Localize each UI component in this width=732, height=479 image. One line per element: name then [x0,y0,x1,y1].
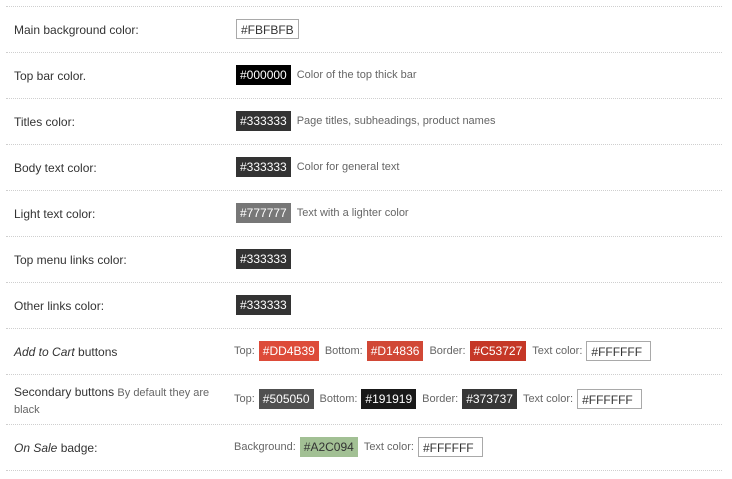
color-input-sale-text[interactable]: #FFFFFF [417,437,483,457]
setting-row-add-to-cart: Add to Cart buttons Top: #DD4B39 Bottom: #D… [6,329,722,375]
color-input-cart-text[interactable]: #FFFFFF [586,341,652,361]
setting-description: Color of the top thick bar [296,69,417,81]
color-input-secondary-bottom[interactable]: #191919 [361,389,417,409]
color-input-top-bar[interactable]: #000000 [236,65,291,85]
setting-label: Light text color: [14,207,96,221]
setting-row-on-sale: On Sale badge: Background: #A2C094 Text co… [6,425,722,471]
setting-label: Top menu links color: [14,253,127,267]
setting-description: Text with a lighter color [296,207,409,219]
color-input-cart-top[interactable]: #DD4B39 [258,341,319,361]
setting-description: Page titles, subheadings, product names [296,115,496,127]
setting-row-titles: Titles color: #333333 Page titles, subhea… [6,99,722,145]
color-input-top-menu-links[interactable]: #333333 [236,249,291,269]
setting-label: Body text color: [14,161,97,175]
setting-label: Top bar color. [14,69,87,83]
setting-label: Other links color: [14,299,105,313]
color-input-secondary-text[interactable]: #FFFFFF [577,389,643,409]
setting-row-top-menu-links: Top menu links color: #333333 [6,237,722,283]
setting-label: Main background color: [14,23,139,37]
setting-description: Color for general text [296,161,400,173]
setting-label: Secondary buttons By default they are bl… [14,385,210,416]
setting-row-secondary-buttons: Secondary buttons By default they are bl… [6,375,722,425]
setting-label: Titles color: [14,115,75,129]
color-input-secondary-top[interactable]: #505050 [258,389,314,409]
color-input-main-bg[interactable]: #FBFBFB [236,19,299,39]
color-input-light-text[interactable]: #777777 [236,203,291,223]
color-input-body-text[interactable]: #333333 [236,157,291,177]
color-input-cart-bottom[interactable]: #D14836 [366,341,424,361]
color-input-other-links[interactable]: #333333 [236,295,291,315]
color-input-sale-bg[interactable]: #A2C094 [299,437,358,457]
setting-label: Add to Cart buttons [14,345,118,359]
color-input-secondary-border[interactable]: #373737 [462,389,517,409]
setting-row-body-text: Body text color: #333333 Color for genera… [6,145,722,191]
setting-row-light-text: Light text color: #777777 Text with a lig… [6,191,722,237]
color-input-titles[interactable]: #333333 [236,111,291,131]
setting-row-other-links: Other links color: #333333 [6,283,722,329]
setting-label: On Sale badge: [14,441,98,455]
color-input-cart-border[interactable]: #C53727 [469,341,527,361]
setting-row-main-bg: Main background color: #FBFBFB [6,7,722,53]
setting-row-top-bar: Top bar color. #000000 Color of the top t… [6,53,722,99]
